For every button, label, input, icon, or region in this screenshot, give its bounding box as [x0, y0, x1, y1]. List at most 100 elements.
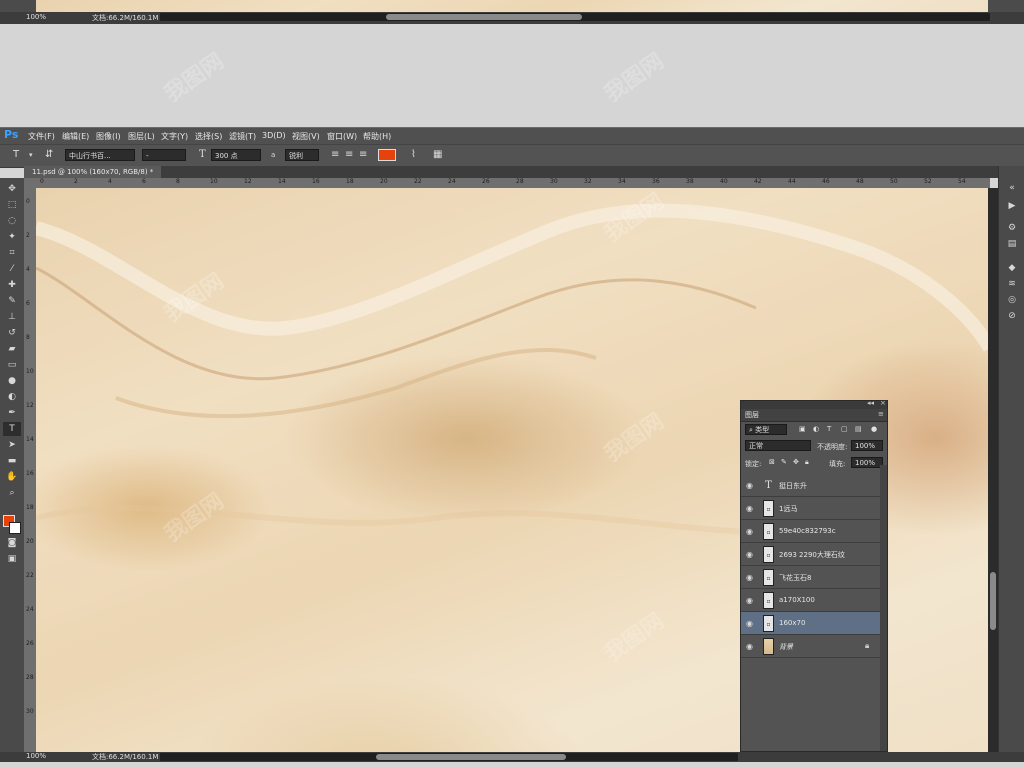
blend-mode-select[interactable]: 正常	[745, 440, 811, 451]
visibility-eye-icon[interactable]: ◉	[746, 481, 753, 490]
font-family-select[interactable]: 中山行书百...	[65, 149, 135, 161]
lock-all-icon[interactable]: 🔒︎	[805, 458, 809, 467]
layers-scrollbar[interactable]	[880, 465, 887, 751]
history-brush-tool-icon[interactable]: ↺	[3, 326, 21, 340]
path-selection-tool-icon[interactable]: ➤	[3, 438, 21, 452]
doc-info[interactable]: 文档:66.2M/160.1M	[92, 752, 158, 762]
eraser-tool-icon[interactable]: ▰	[3, 342, 21, 356]
menu-filter[interactable]: 滤镜(T)	[229, 131, 256, 142]
filter-pixel-icon[interactable]: ▣	[799, 425, 806, 433]
filter-toggle-icon[interactable]: ●	[871, 425, 877, 433]
layer-row[interactable]: ◉ ▫ 2693 2290大理石纹	[741, 543, 880, 566]
visibility-eye-icon[interactable]: ◉	[746, 619, 753, 628]
pen-tool-icon[interactable]: ✒	[3, 406, 21, 420]
filter-shape-icon[interactable]: ▢	[841, 425, 848, 433]
marquee-tool-icon[interactable]: ⬚	[3, 198, 21, 212]
hand-tool-icon[interactable]: ✋	[3, 470, 21, 484]
filter-adjustment-icon[interactable]: ◐	[813, 425, 819, 433]
layer-row[interactable]: ◉ ▫ 1远马	[741, 497, 880, 520]
layer-row[interactable]: ◉ ▫ a170X100	[741, 589, 880, 612]
layers-panel-titlebar[interactable]: ◂◂ ×	[741, 399, 887, 409]
horizontal-scroll-thumb[interactable]	[376, 754, 566, 760]
collapse-icon[interactable]: ◂◂	[867, 399, 874, 407]
visibility-eye-icon[interactable]: ◉	[746, 527, 753, 536]
menu-type[interactable]: 文字(Y)	[161, 131, 188, 142]
vertical-scroll-thumb[interactable]	[990, 572, 996, 630]
align-right-icon[interactable]: ≡	[356, 149, 370, 161]
menu-select[interactable]: 选择(S)	[195, 131, 222, 142]
text-tool-icon[interactable]: T	[10, 149, 22, 161]
menu-edit[interactable]: 编辑(E)	[62, 131, 89, 142]
fill-input[interactable]: 100%	[851, 457, 883, 468]
vertical-scrollbar[interactable]	[988, 188, 998, 752]
channels-icon[interactable]: ◎	[1005, 294, 1019, 306]
top-zoom-level[interactable]: 100%	[26, 13, 46, 21]
lasso-tool-icon[interactable]: ◌	[3, 214, 21, 228]
screen-mode-icon[interactable]: ▣	[3, 552, 21, 566]
visibility-eye-icon[interactable]: ◉	[746, 573, 753, 582]
brush-presets-icon[interactable]: ▤	[1005, 238, 1019, 250]
top-scroll-thumb[interactable]	[386, 14, 582, 20]
history-icon[interactable]: ▶	[1005, 200, 1019, 212]
vertical-ruler[interactable]: 0 2 4 6 8 10 12 14 16 18 20 22 24 26 28 …	[24, 188, 36, 752]
panel-menu-icon[interactable]: ≡	[878, 410, 884, 418]
font-size-select[interactable]: 300 点	[211, 149, 261, 161]
clone-stamp-tool-icon[interactable]: ⊥	[3, 310, 21, 324]
menu-layer[interactable]: 图层(L)	[128, 131, 155, 142]
anti-alias-select[interactable]: 锐利	[285, 149, 319, 161]
zoom-tool-icon[interactable]: ⌕	[3, 486, 21, 500]
layer-row[interactable]: ◉ ▫ 59e40c832793c	[741, 520, 880, 543]
blur-tool-icon[interactable]: ●	[3, 374, 21, 388]
lock-position-icon[interactable]: ✥	[793, 458, 799, 466]
magic-wand-tool-icon[interactable]: ✦	[3, 230, 21, 244]
zoom-level[interactable]: 100%	[26, 752, 46, 760]
menu-window[interactable]: 窗口(W)	[327, 131, 357, 142]
horizontal-scrollbar[interactable]	[160, 753, 738, 761]
visibility-eye-icon[interactable]: ◉	[746, 504, 753, 513]
layer-row[interactable]: ◉ ▫ 飞花玉石8	[741, 566, 880, 589]
layers-icon[interactable]: ◆	[1005, 262, 1019, 274]
paths-icon[interactable]: ⊘	[1005, 310, 1019, 322]
healing-brush-tool-icon[interactable]: ✚	[3, 278, 21, 292]
align-center-icon[interactable]: ≡	[342, 149, 356, 161]
dodge-tool-icon[interactable]: ◐	[3, 390, 21, 404]
quick-mask-icon[interactable]: ◙	[3, 536, 21, 550]
lock-pixels-icon[interactable]: ✎	[781, 458, 787, 466]
background-color-swatch[interactable]	[9, 522, 21, 534]
menu-image[interactable]: 图像(I)	[96, 131, 121, 142]
menu-3d[interactable]: 3D(D)	[262, 131, 286, 140]
top-doc-info[interactable]: 文档:66.2M/160.1M	[92, 13, 158, 23]
gradient-tool-icon[interactable]: ▭	[3, 358, 21, 372]
properties-icon[interactable]: ⚙	[1005, 222, 1019, 234]
adjustments-icon[interactable]: ≋	[1005, 278, 1019, 290]
font-style-select[interactable]: -	[142, 149, 186, 161]
text-color-swatch[interactable]	[378, 149, 396, 161]
menu-view[interactable]: 视图(V)	[292, 131, 320, 142]
brush-tool-icon[interactable]: ✎	[3, 294, 21, 308]
opacity-input[interactable]: 100%	[851, 440, 883, 451]
rectangle-tool-icon[interactable]: ▬	[3, 454, 21, 468]
move-tool-icon[interactable]: ✥	[3, 182, 21, 196]
crop-tool-icon[interactable]: ⌗	[3, 246, 21, 260]
close-icon[interactable]: ×	[880, 399, 886, 407]
layer-filter-select[interactable]: ⌕ 类型	[745, 424, 787, 435]
filter-smart-object-icon[interactable]: ▤	[855, 425, 862, 433]
chevron-down-icon[interactable]: ▾	[26, 149, 36, 161]
layer-row[interactable]: ◉ 背景 🔒︎	[741, 635, 880, 658]
layer-row[interactable]: ◉ T 挺日东升	[741, 474, 880, 497]
visibility-eye-icon[interactable]: ◉	[746, 550, 753, 559]
visibility-eye-icon[interactable]: ◉	[746, 596, 753, 605]
warp-text-icon[interactable]: ⌇	[408, 149, 419, 161]
collapse-panels-icon[interactable]: «	[1005, 182, 1019, 194]
menu-help[interactable]: 帮助(H)	[363, 131, 391, 142]
eyedropper-tool-icon[interactable]: ⁄	[3, 262, 21, 276]
tab-layers[interactable]: 图层	[745, 410, 759, 420]
type-tool-icon[interactable]: T	[3, 422, 21, 436]
lock-transparent-icon[interactable]: ⊠	[769, 458, 775, 466]
align-left-icon[interactable]: ≡	[328, 149, 342, 161]
top-horizontal-scrollbar[interactable]	[160, 13, 990, 21]
layer-row-selected[interactable]: ◉ ▫ 160x70	[741, 612, 880, 635]
filter-type-icon[interactable]: T	[827, 425, 831, 433]
document-tab[interactable]: 11.psd @ 100% (160x70, RGB/8) *	[24, 166, 162, 178]
menu-file[interactable]: 文件(F)	[28, 131, 55, 142]
